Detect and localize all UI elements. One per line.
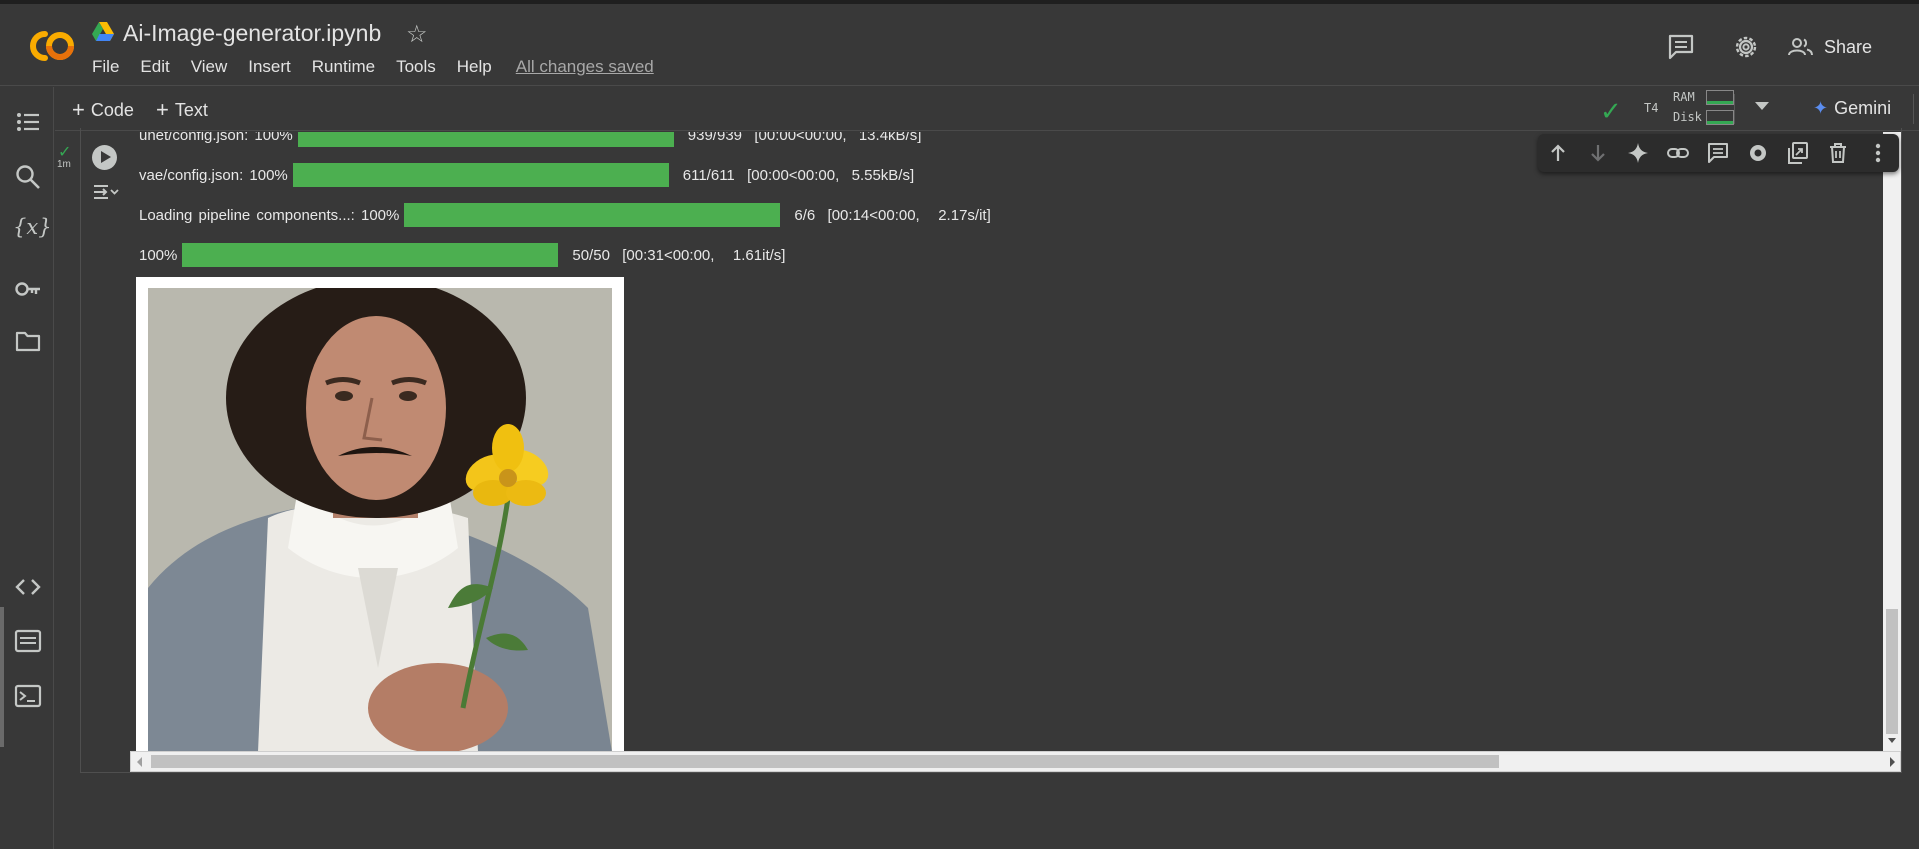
people-icon bbox=[1788, 38, 1813, 56]
menu-view[interactable]: View bbox=[191, 57, 228, 77]
cell-toolbar bbox=[1538, 134, 1899, 172]
progress-stats: 6/6 [00:14<00:00, 2.17s/it] bbox=[794, 206, 991, 224]
sidebar-scroll-indicator bbox=[0, 607, 4, 747]
link-icon[interactable] bbox=[1666, 141, 1690, 165]
toolbar-divider bbox=[1734, 94, 1735, 124]
menu-runtime[interactable]: Runtime bbox=[312, 57, 375, 77]
vertical-scroll-thumb[interactable] bbox=[1886, 609, 1898, 734]
comments-icon[interactable] bbox=[1666, 32, 1696, 62]
move-up-icon[interactable] bbox=[1546, 141, 1570, 165]
progress-stats: 50/50 [00:31<00:00, 1.61it/s] bbox=[572, 246, 786, 264]
progress-bar bbox=[292, 163, 669, 187]
scroll-left-arrow-icon[interactable] bbox=[137, 757, 142, 767]
command-palette-icon[interactable] bbox=[14, 627, 42, 655]
gemini-spark-icon: ✦ bbox=[1813, 98, 1829, 118]
add-text-label: Text bbox=[174, 100, 208, 120]
run-cell-button[interactable] bbox=[92, 145, 117, 170]
progress-stats: 611/611 [00:00<00:00, 5.55kB/s] bbox=[682, 166, 915, 184]
move-down-icon[interactable] bbox=[1586, 141, 1610, 165]
progress-stats: 939/939 [00:00<00:00, 13.4kB/s] bbox=[687, 132, 922, 144]
disk-meter[interactable] bbox=[1706, 110, 1734, 125]
menu-tools[interactable]: Tools bbox=[396, 57, 436, 77]
files-folder-icon[interactable] bbox=[14, 327, 42, 355]
progress-label: Loading pipeline components...: 100% bbox=[139, 206, 400, 224]
generated-image-output bbox=[136, 277, 624, 757]
menu-edit[interactable]: Edit bbox=[140, 57, 169, 77]
ram-label[interactable]: RAM bbox=[1673, 90, 1695, 104]
google-drive-icon[interactable] bbox=[92, 22, 114, 42]
runtime-type[interactable]: T4 bbox=[1644, 101, 1658, 115]
settings-icon[interactable] bbox=[1746, 141, 1770, 165]
notebook-title[interactable]: Ai-Image-generator.ipynb bbox=[123, 20, 381, 47]
progress-row: Loading pipeline components...: 100% 6/6… bbox=[139, 203, 991, 227]
share-button[interactable]: Share bbox=[1788, 28, 1872, 66]
plus-icon: + bbox=[156, 97, 169, 122]
cell-output: unet/config.json: 100% 939/939 [00:00<00… bbox=[130, 132, 1883, 757]
add-code-label: Code bbox=[90, 100, 134, 120]
star-icon[interactable]: ☆ bbox=[406, 20, 428, 49]
code-snippets-icon[interactable] bbox=[14, 573, 42, 601]
progress-bar bbox=[404, 203, 781, 227]
menu-file[interactable]: File bbox=[92, 57, 119, 77]
progress-label: vae/config.json: 100% bbox=[139, 166, 288, 184]
variables-icon[interactable]: {x} bbox=[13, 215, 52, 239]
plus-icon: + bbox=[72, 97, 85, 122]
toc-icon[interactable] bbox=[14, 108, 42, 136]
progress-label: unet/config.json: 100% bbox=[139, 132, 293, 144]
more-vert-icon[interactable] bbox=[1866, 141, 1890, 165]
output-actions-icon[interactable] bbox=[92, 181, 120, 203]
search-icon[interactable] bbox=[14, 163, 42, 191]
notebook-toolbar: +Code +Text ✓ T4 RAM Disk ✦Gemini ︿ bbox=[55, 87, 1919, 131]
scroll-right-arrow-icon[interactable] bbox=[1890, 757, 1895, 767]
progress-row: vae/config.json: 100% 611/611 [00:00<00:… bbox=[139, 163, 914, 187]
progress-row: unet/config.json: 100% 939/939 [00:00<00… bbox=[139, 132, 921, 147]
secrets-key-icon[interactable] bbox=[14, 275, 42, 303]
toolbar-divider bbox=[1913, 94, 1914, 124]
gemini-label: Gemini bbox=[1834, 98, 1892, 118]
horizontal-scroll-thumb[interactable] bbox=[151, 755, 1499, 768]
runtime-dropdown-caret-icon[interactable] bbox=[1755, 102, 1769, 110]
menu-bar: File Edit View Insert Runtime Tools Help… bbox=[92, 57, 675, 77]
ram-meter[interactable] bbox=[1706, 90, 1734, 105]
output-horizontal-scrollbar[interactable] bbox=[130, 751, 1901, 772]
progress-label: 100% bbox=[139, 246, 178, 264]
settings-gear-icon[interactable] bbox=[1731, 32, 1761, 62]
add-text-button[interactable]: + Text bbox=[156, 97, 208, 123]
runtime-connected-check-icon[interactable]: ✓ bbox=[1600, 96, 1622, 127]
mirror-cell-icon[interactable] bbox=[1786, 141, 1810, 165]
add-code-button[interactable]: + Code bbox=[72, 97, 134, 123]
scroll-down-arrow-icon[interactable] bbox=[1888, 738, 1896, 743]
cell-exec-time: 1m bbox=[57, 159, 71, 170]
header: Ai-Image-generator.ipynb ☆ File Edit Vie… bbox=[0, 4, 1919, 86]
menu-help[interactable]: Help bbox=[457, 57, 492, 77]
menu-insert[interactable]: Insert bbox=[248, 57, 291, 77]
colab-logo-icon[interactable] bbox=[20, 24, 76, 68]
left-sidebar: {x} bbox=[0, 87, 54, 849]
gemini-spark-icon[interactable] bbox=[1626, 141, 1650, 165]
progress-bar bbox=[297, 132, 674, 147]
output-vertical-scrollbar[interactable] bbox=[1883, 132, 1901, 751]
terminal-icon[interactable] bbox=[14, 682, 42, 710]
gemini-button[interactable]: ✦ Gemini bbox=[1813, 98, 1891, 119]
comment-icon[interactable] bbox=[1706, 141, 1730, 165]
generated-portrait-image bbox=[148, 288, 612, 752]
share-label: Share bbox=[1824, 36, 1873, 57]
save-status[interactable]: All changes saved bbox=[516, 57, 654, 77]
disk-label[interactable]: Disk bbox=[1673, 110, 1702, 124]
delete-icon[interactable] bbox=[1826, 141, 1850, 165]
progress-bar bbox=[182, 243, 559, 267]
progress-row: 100% 50/50 [00:31<00:00, 1.61it/s] bbox=[139, 243, 785, 267]
